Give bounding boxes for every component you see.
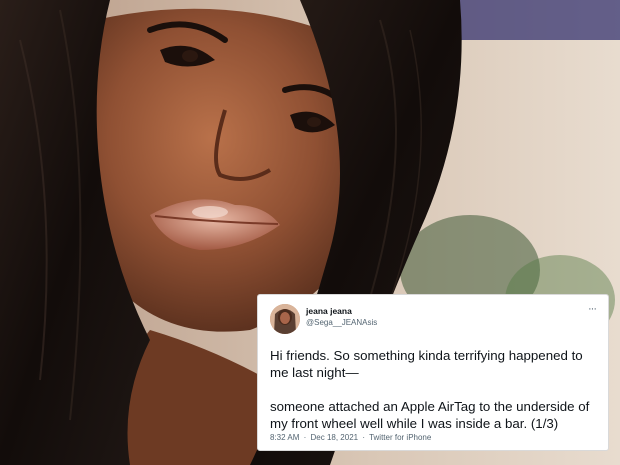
tweet-header: jeana jeana @Sega__JEANAsis ···	[270, 304, 597, 336]
tweet-date[interactable]: Dec 18, 2021	[311, 433, 359, 442]
meta-separator: ·	[303, 433, 307, 442]
user-handle[interactable]: @Sega__JEANAsis	[306, 317, 377, 328]
meta-separator: ·	[362, 433, 365, 442]
tweet-paragraph: Hi friends. So something kinda terrifyin…	[270, 348, 583, 380]
tweet-paragraph: someone attached an Apple AirTag to the …	[270, 399, 590, 431]
tweet-meta: 8:32 AM · Dec 18, 2021 · Twitter for iPh…	[270, 433, 431, 442]
tweet-time[interactable]: 8:32 AM	[270, 433, 299, 442]
avatar[interactable]	[270, 304, 300, 334]
name-block: jeana jeana @Sega__JEANAsis	[306, 306, 377, 328]
display-name[interactable]: jeana jeana	[306, 306, 377, 317]
tweet-card[interactable]: jeana jeana @Sega__JEANAsis ··· Hi frien…	[257, 294, 609, 451]
tweet-text: Hi friends. So something kinda terrifyin…	[270, 347, 596, 432]
tweet-source: Twitter for iPhone	[369, 433, 432, 442]
more-dots-icon[interactable]: ···	[588, 304, 597, 315]
